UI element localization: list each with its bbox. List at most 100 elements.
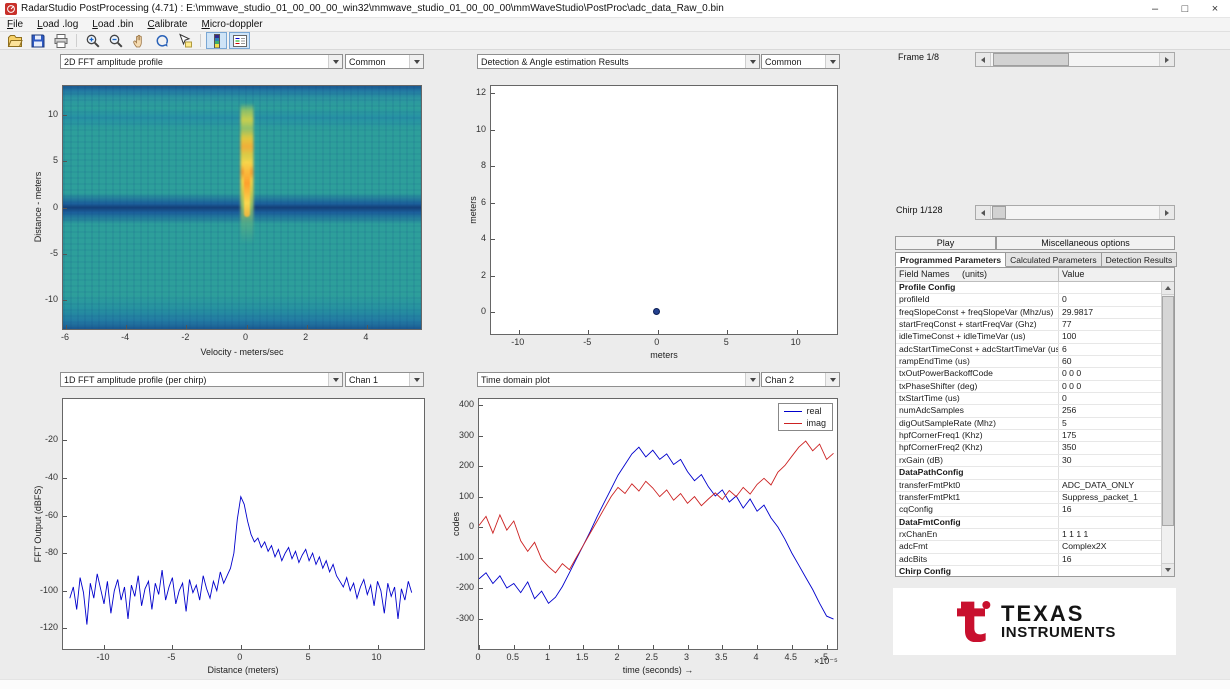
table-row[interactable]: transferFmtPkt0 ADC_DATA_ONLY: [896, 479, 1161, 492]
menu-micro-doppler[interactable]: Micro-doppler: [194, 18, 269, 32]
slider-left-arrow-icon[interactable]: [976, 53, 991, 66]
scrollbar-thumb[interactable]: [1162, 296, 1174, 527]
y-axis-label: Distance - meters: [33, 171, 43, 243]
table-scrollbar[interactable]: [1161, 282, 1174, 576]
maximize-button[interactable]: □: [1170, 0, 1200, 18]
plot-type-select-detection[interactable]: Detection & Angle estimation Results: [477, 54, 760, 69]
x-tick-label: 0: [654, 337, 660, 347]
table-row[interactable]: cqConfig 16: [896, 504, 1161, 517]
table-section-row[interactable]: Profile Config: [896, 282, 1161, 295]
y-tick-mark: [491, 129, 495, 131]
menu-load-bin[interactable]: Load .bin: [85, 18, 140, 32]
data-cursor-icon[interactable]: [174, 32, 195, 49]
y-tick-mark: [63, 115, 67, 117]
chirp-slider[interactable]: [975, 205, 1175, 220]
y-tick-label: -200: [455, 582, 474, 593]
detection-plot[interactable]: [490, 85, 838, 335]
table-row[interactable]: startFreqConst + startFreqVar (Ghz) 77: [896, 319, 1161, 332]
slider-right-arrow-icon[interactable]: [1159, 53, 1174, 66]
scroll-up-arrow-icon[interactable]: [1162, 282, 1174, 295]
table-row[interactable]: txStartTime (us) 0: [896, 393, 1161, 406]
y-tick-mark: [491, 312, 495, 314]
table-row[interactable]: adcBits 16: [896, 553, 1161, 566]
table-section-row[interactable]: DataFmtConfig: [896, 516, 1161, 529]
slider-left-arrow-icon[interactable]: [976, 206, 991, 219]
channel-select-fft1d[interactable]: Chan 1: [345, 372, 424, 387]
tab-calculated-parameters[interactable]: Calculated Parameters: [1006, 252, 1102, 267]
open-icon[interactable]: [4, 32, 25, 49]
zoom-in-icon[interactable]: [82, 32, 103, 49]
menu-load-log[interactable]: Load .log: [30, 18, 85, 32]
print-icon[interactable]: [50, 32, 71, 49]
pan-icon[interactable]: [128, 32, 149, 49]
value-cell: 16: [1062, 553, 1072, 564]
table-section-row[interactable]: Chirp Config: [896, 565, 1161, 576]
x-tick-label: 1.5: [576, 652, 589, 662]
minimize-button[interactable]: –: [1140, 0, 1170, 18]
table-row[interactable]: adcFmt Complex2X: [896, 541, 1161, 554]
save-icon[interactable]: [27, 32, 48, 49]
y-tick-label: -40: [44, 471, 58, 482]
table-row[interactable]: txPhaseShifter (deg) 0 0 0: [896, 380, 1161, 394]
plot-type-select-timedomain[interactable]: Time domain plot: [477, 372, 760, 387]
range-doppler-plot[interactable]: [62, 85, 422, 330]
timedomain-plot[interactable]: real imag: [478, 398, 838, 650]
slider-right-arrow-icon[interactable]: [1159, 206, 1174, 219]
value-cell: 29.9817: [1062, 306, 1094, 317]
field-name-cell: adcStartTimeConst + adcStartTimeVar (us): [896, 343, 1059, 356]
table-row[interactable]: digOutSampleRate (Mhz) 5: [896, 417, 1161, 431]
scrollbar-track[interactable]: [1162, 295, 1174, 563]
miscellaneous-options-button[interactable]: Miscellaneous options: [996, 236, 1175, 250]
y-tick-label: 4: [480, 233, 486, 244]
table-row[interactable]: profileId 0: [896, 294, 1161, 307]
menu-calibrate[interactable]: Calibrate: [140, 18, 194, 32]
y-tick-label: 6: [480, 196, 486, 207]
play-button[interactable]: Play: [895, 236, 996, 250]
frame-slider-track[interactable]: [991, 53, 1159, 66]
zoom-out-icon[interactable]: [105, 32, 126, 49]
field-names-header: Field Names (units): [896, 268, 1059, 281]
table-section-row[interactable]: DataPathConfig: [896, 467, 1161, 480]
table-row[interactable]: rxGain (dB) 30: [896, 454, 1161, 468]
legend-icon[interactable]: [229, 32, 250, 49]
table-row[interactable]: txOutPowerBackoffCode 0 0 0: [896, 368, 1161, 381]
channel-select-detection[interactable]: Common: [761, 54, 840, 69]
y-tick-label: 100: [458, 490, 474, 501]
frame-slider[interactable]: [975, 52, 1175, 67]
field-name-cell: rampEndTime (us): [896, 356, 1059, 368]
table-row[interactable]: idleTimeConst + idleTimeVar (us) 100: [896, 331, 1161, 344]
table-row[interactable]: hpfCornerFreq2 (Khz) 350: [896, 442, 1161, 455]
table-row[interactable]: adcStartTimeConst + adcStartTimeVar (us)…: [896, 343, 1161, 357]
plot-type-select-range-doppler[interactable]: 2D FFT amplitude profile: [60, 54, 343, 69]
scroll-down-arrow-icon[interactable]: [1162, 563, 1174, 576]
field-name-cell: cqConfig: [896, 504, 1059, 516]
frame-slider-thumb[interactable]: [993, 53, 1069, 66]
fft1d-plot[interactable]: [62, 398, 425, 650]
menu-file[interactable]: File: [0, 18, 30, 32]
plot-type-select-fft1d[interactable]: 1D FFT amplitude profile (per chirp): [60, 372, 343, 387]
rotate-icon[interactable]: [151, 32, 172, 49]
channel-select-timedomain[interactable]: Chan 2: [761, 372, 840, 387]
channel-select-range-doppler[interactable]: Common: [345, 54, 424, 69]
tab-programmed-parameters[interactable]: Programmed Parameters: [895, 252, 1007, 267]
table-row[interactable]: numAdcSamples 256: [896, 405, 1161, 418]
chirp-slider-track[interactable]: [991, 206, 1159, 219]
value-cell: [1059, 517, 1161, 528]
target-return-streak: [243, 161, 250, 218]
table-row[interactable]: freqSlopeConst + freqSlopeVar (Mhz/us) 29…: [896, 306, 1161, 320]
table-row[interactable]: rxChanEn 1 1 1 1: [896, 528, 1161, 542]
chirp-slider-thumb[interactable]: [992, 206, 1006, 219]
value-cell: Suppress_packet_1: [1062, 491, 1138, 502]
colorbar-icon[interactable]: [206, 32, 227, 49]
y-tick-label: 10: [47, 109, 58, 120]
table-row[interactable]: hpfCornerFreq1 (Khz) 175: [896, 430, 1161, 443]
close-button[interactable]: ×: [1200, 0, 1230, 18]
field-name-cell: txOutPowerBackoffCode: [896, 368, 1059, 380]
table-row[interactable]: rampEndTime (us) 60: [896, 356, 1161, 369]
tab-detection-results[interactable]: Detection Results: [1101, 252, 1178, 267]
legend-label: real: [806, 406, 822, 416]
chevron-down-icon: [825, 373, 839, 386]
x-tick-label: 0: [237, 652, 243, 662]
y-axis-label: meters: [468, 196, 478, 224]
table-row[interactable]: transferFmtPkt1 Suppress_packet_1: [896, 491, 1161, 505]
